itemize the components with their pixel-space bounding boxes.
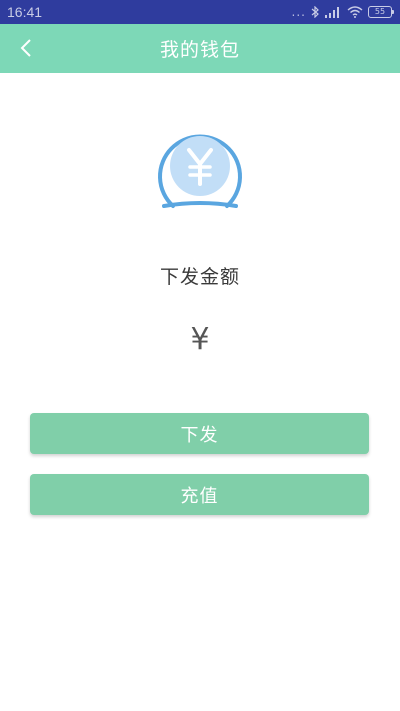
- back-button[interactable]: [10, 32, 42, 64]
- issue-button[interactable]: 下发: [30, 413, 369, 454]
- wifi-icon: [347, 6, 363, 18]
- amount-label: 下发金额: [159, 266, 240, 288]
- bluetooth-icon: [311, 6, 319, 18]
- app-bar: 我的钱包: [0, 24, 400, 73]
- status-time: 16:41: [7, 4, 43, 20]
- status-icons: ... 55: [291, 5, 394, 19]
- recharge-button[interactable]: 充值: [30, 474, 369, 515]
- battery-icon: 55: [368, 6, 394, 18]
- signal-icon: [325, 7, 339, 18]
- page-title: 我的钱包: [159, 39, 240, 61]
- amount-value: ¥: [190, 322, 210, 357]
- chevron-left-icon: [20, 39, 31, 57]
- yen-coin-icon: [158, 134, 242, 208]
- notification-dots: ...: [291, 5, 306, 19]
- status-bar: 16:41 ... 55: [0, 0, 400, 24]
